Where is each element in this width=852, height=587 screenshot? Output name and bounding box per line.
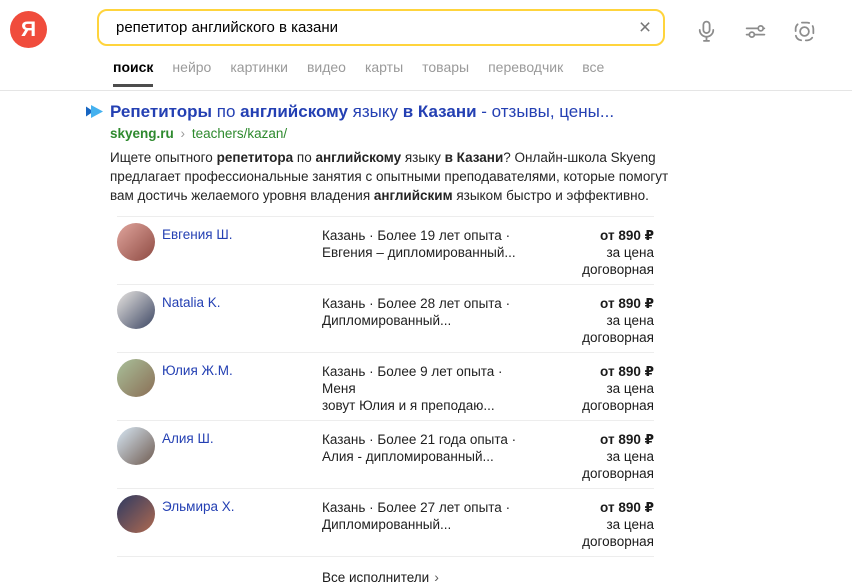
url-separator: › xyxy=(178,126,189,141)
search-tabs: поиск нейро картинки видео карты товары перево… xyxy=(113,59,604,89)
tutor-price: от 890 ₽ за цена договорная xyxy=(532,495,654,550)
url-path: teachers/kazan/ xyxy=(192,126,287,141)
tutor-details: Казань · Более 21 года опыта · Алия - ди… xyxy=(322,427,532,465)
tutor-details-line1: Казань · Более 19 лет опыта · xyxy=(322,227,532,244)
tutor-details-line1: Казань · Более 27 лет опыта · xyxy=(322,499,532,516)
avatar[interactable] xyxy=(117,359,155,397)
tab-2[interactable]: картинки xyxy=(230,59,288,84)
result-description: Ищете опытного репетитора по английскому… xyxy=(110,148,672,205)
tutor-price: от 890 ₽ за цена договорная xyxy=(532,291,654,346)
tutor-details-line2: Евгения – дипломированный... xyxy=(322,244,532,261)
price-amount: от 890 ₽ xyxy=(532,295,654,312)
tab-3[interactable]: видео xyxy=(307,59,346,84)
result-title[interactable]: Репетиторы по английскому языку в Казани… xyxy=(110,101,675,122)
tab-1[interactable]: нейро xyxy=(172,59,211,84)
tutor-price: от 890 ₽ за цена договорная xyxy=(532,223,654,278)
tutor-details-line2: Алия - дипломированный... xyxy=(322,448,532,465)
all-performers-link[interactable]: Все исполнители › xyxy=(322,569,439,585)
filters-icon[interactable] xyxy=(743,19,768,44)
tab-4[interactable]: карты xyxy=(365,59,403,84)
price-amount: от 890 ₽ xyxy=(532,499,654,516)
yandex-logo-letter: Я xyxy=(21,18,36,42)
search-input[interactable] xyxy=(99,19,627,36)
tutor-price: от 890 ₽ за цена договорная xyxy=(532,427,654,482)
avatar[interactable] xyxy=(117,427,155,465)
all-performers-label: Все исполнители xyxy=(322,570,429,585)
tutor-details-line1: Казань · Более 28 лет опыта · xyxy=(322,295,532,312)
price-note: за цена договорная xyxy=(532,312,654,346)
tutor-details-line1: Казань · Более 21 года опыта · xyxy=(322,431,532,448)
tab-0[interactable]: поиск xyxy=(113,59,153,87)
tutor-details: Казань · Более 27 лет опыта · Дипломиров… xyxy=(322,495,532,533)
microphone-icon[interactable] xyxy=(694,19,719,44)
tutor-price: от 890 ₽ за цена договорная xyxy=(532,359,654,414)
price-amount: от 890 ₽ xyxy=(532,227,654,244)
price-amount: от 890 ₽ xyxy=(532,363,654,380)
result-url: skyeng.ru › teachers/kazan/ xyxy=(110,125,675,142)
tutor-details-line2: Дипломированный... xyxy=(322,516,532,533)
table-row: Эльмира Х. Казань · Более 27 лет опыта ·… xyxy=(117,488,654,557)
tutor-name-link[interactable]: Юлия Ж.М. xyxy=(162,359,322,378)
table-row: Алия Ш. Казань · Более 21 года опыта · А… xyxy=(117,420,654,488)
header-divider xyxy=(0,90,852,91)
tutor-details-line2: Дипломированный... xyxy=(322,312,532,329)
price-note: за цена договорная xyxy=(532,516,654,550)
tutor-name-link[interactable]: Евгения Ш. xyxy=(162,223,322,242)
tutor-details: Казань · Более 19 лет опыта · Евгения – … xyxy=(322,223,532,261)
price-note: за цена договорная xyxy=(532,244,654,278)
avatar[interactable] xyxy=(117,223,155,261)
tab-6[interactable]: переводчик xyxy=(488,59,563,84)
url-domain: skyeng.ru xyxy=(110,126,174,141)
image-search-icon[interactable] xyxy=(792,19,817,44)
chevron-right-icon: › xyxy=(434,569,439,585)
tab-5[interactable]: товары xyxy=(422,59,469,84)
clear-icon[interactable]: × xyxy=(627,11,663,44)
tutor-details: Казань · Более 28 лет опыта · Дипломиров… xyxy=(322,291,532,329)
tutor-details: Казань · Более 9 лет опыта · Меня зовут … xyxy=(322,359,532,414)
tutor-name-link[interactable]: Natalia K. xyxy=(162,291,322,310)
table-row: Юлия Ж.М. Казань · Более 9 лет опыта · М… xyxy=(117,352,654,420)
table-row: Natalia K. Казань · Более 28 лет опыта ·… xyxy=(117,284,654,352)
tutor-list: Евгения Ш. Казань · Более 19 лет опыта ·… xyxy=(117,216,654,557)
avatar[interactable] xyxy=(117,291,155,329)
table-row: Евгения Ш. Казань · Более 19 лет опыта ·… xyxy=(117,216,654,284)
tab-7[interactable]: все xyxy=(582,59,604,84)
price-note: за цена договорная xyxy=(532,448,654,482)
tutor-name-link[interactable]: Эльмира Х. xyxy=(162,495,322,514)
tutor-details-line1: Казань · Более 9 лет опыта · Меня xyxy=(322,363,532,397)
price-amount: от 890 ₽ xyxy=(532,431,654,448)
fast-site-icon xyxy=(86,105,103,118)
price-note: за цена договорная xyxy=(532,380,654,414)
yandex-logo[interactable]: Я xyxy=(10,11,47,48)
avatar[interactable] xyxy=(117,495,155,533)
tutor-details-line2: зовут Юлия и я преподаю... xyxy=(322,397,532,414)
tutor-name-link[interactable]: Алия Ш. xyxy=(162,427,322,446)
search-result: Репетиторы по английскому языку в Казани… xyxy=(110,101,675,587)
search-box: × xyxy=(97,9,665,46)
